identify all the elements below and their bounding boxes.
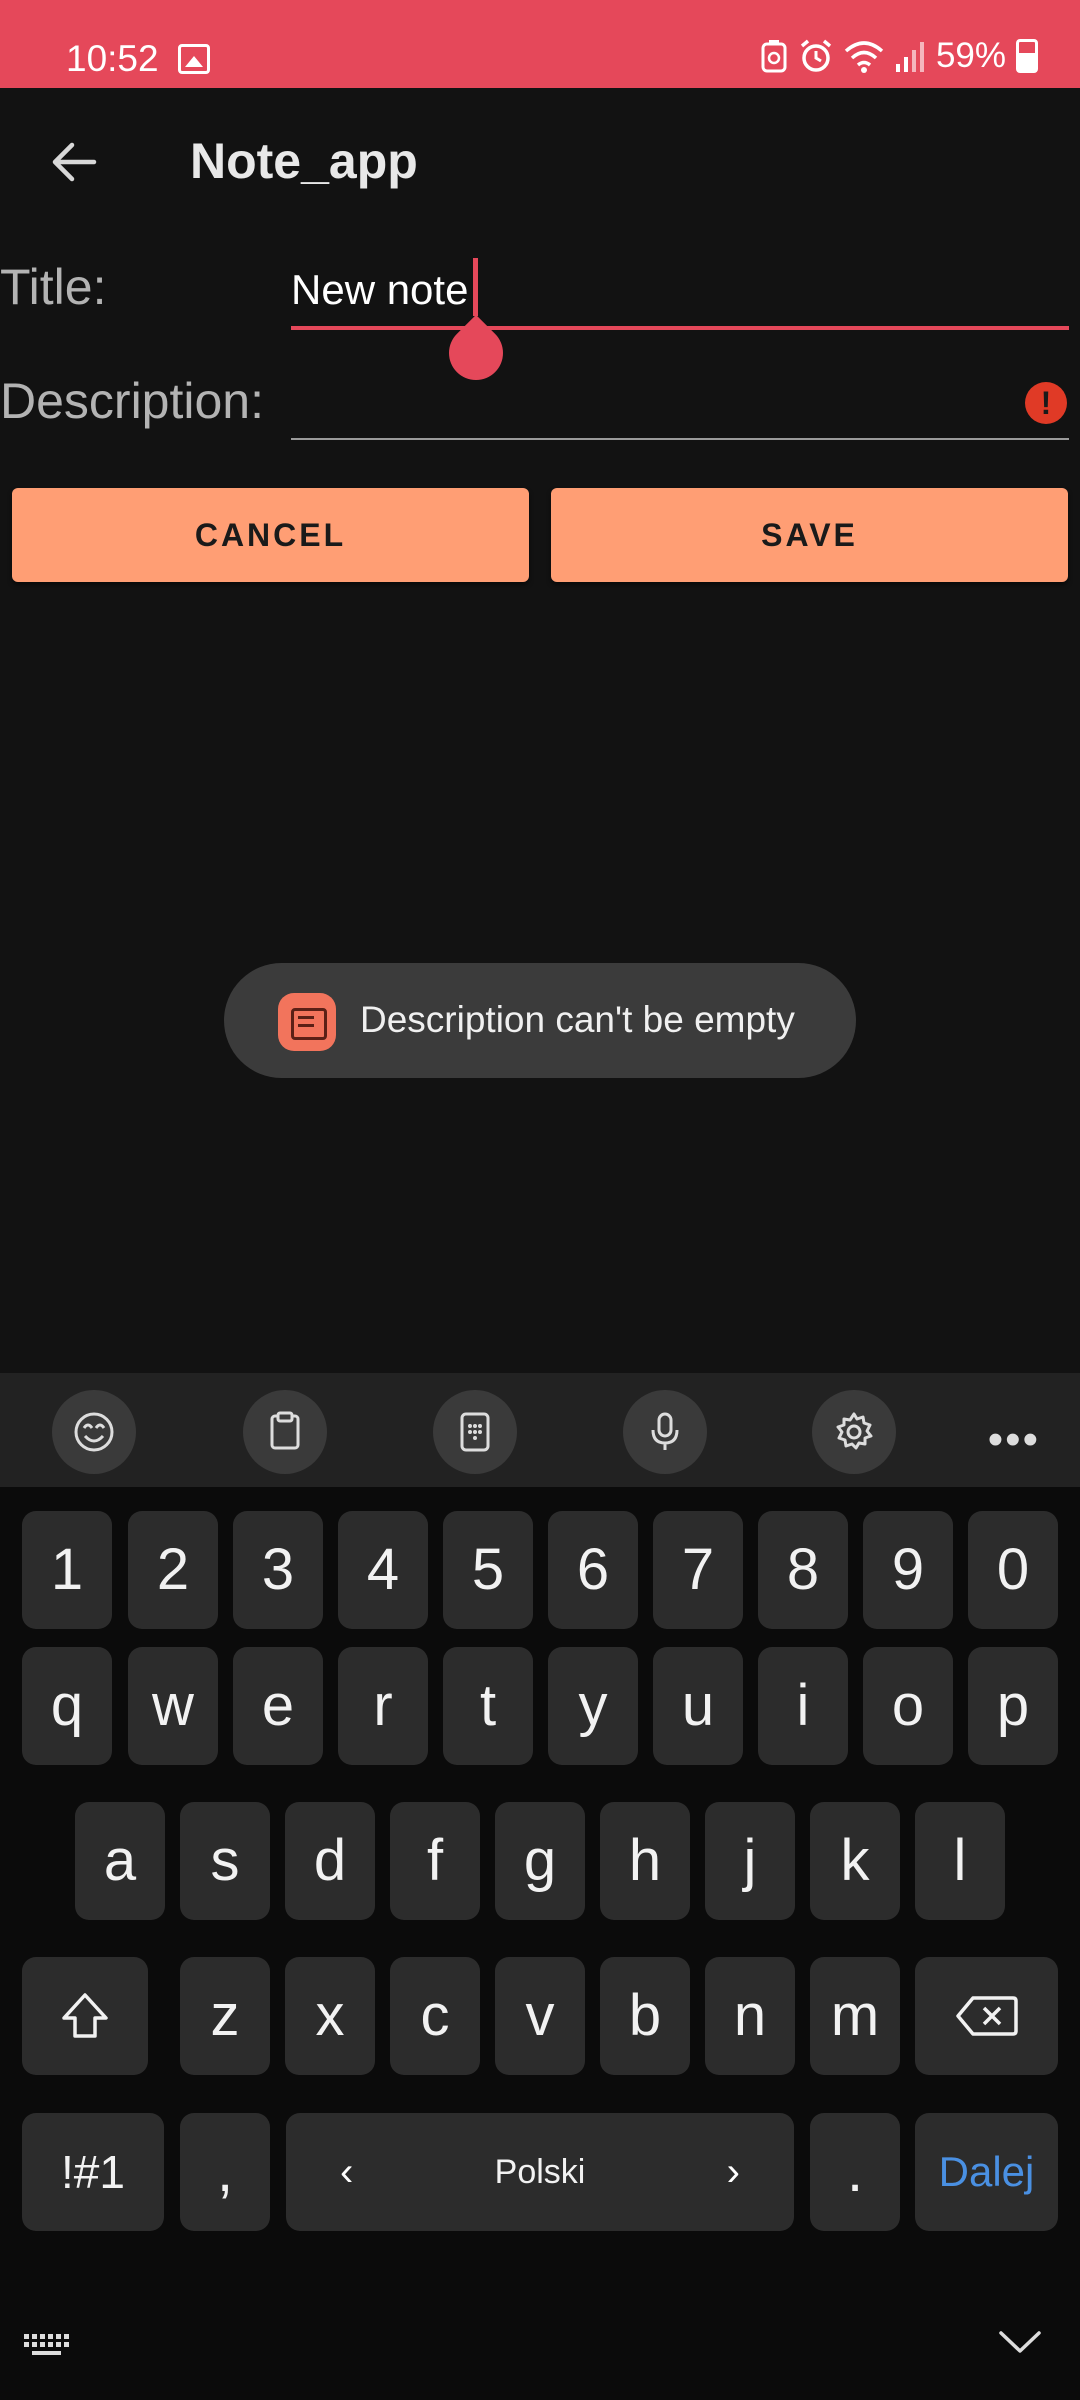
battery-percent: 59% bbox=[935, 36, 1006, 75]
title-input-value: New note bbox=[291, 266, 469, 313]
gear-icon bbox=[836, 1412, 873, 1450]
key-5[interactable]: 5 bbox=[443, 1511, 533, 1629]
key-x[interactable]: x bbox=[285, 1957, 375, 2075]
clipboard-icon bbox=[270, 1411, 300, 1450]
key-o[interactable]: o bbox=[863, 1647, 953, 1765]
period-key[interactable]: . bbox=[810, 2113, 900, 2231]
status-time: 10:52 bbox=[66, 38, 159, 79]
key-u[interactable]: u bbox=[653, 1647, 743, 1765]
signal-icon bbox=[895, 42, 924, 72]
key-i[interactable]: i bbox=[758, 1647, 848, 1765]
key-k[interactable]: k bbox=[810, 1802, 900, 1920]
keyboard-settings-button[interactable] bbox=[812, 1390, 896, 1474]
keypad-button[interactable] bbox=[433, 1390, 517, 1474]
keyboard-toolbar: ••• bbox=[0, 1373, 1080, 1487]
voice-input-button[interactable] bbox=[623, 1390, 707, 1474]
key-4[interactable]: 4 bbox=[338, 1511, 428, 1629]
key-3[interactable]: 3 bbox=[233, 1511, 323, 1629]
title-label: Title: bbox=[0, 259, 107, 315]
key-d[interactable]: d bbox=[285, 1802, 375, 1920]
backspace-icon bbox=[955, 1996, 1018, 2036]
key-p[interactable]: p bbox=[968, 1647, 1058, 1765]
battery-icon bbox=[1016, 39, 1038, 73]
title-underline bbox=[291, 326, 1069, 330]
description-label: Description: bbox=[0, 373, 264, 429]
emoji-button[interactable] bbox=[52, 1390, 136, 1474]
hide-keyboard-icon[interactable] bbox=[998, 2327, 1042, 2357]
key-1[interactable]: 1 bbox=[22, 1511, 112, 1629]
space-language-label: Polski bbox=[494, 2153, 586, 2191]
status-bar: 10:52 59% bbox=[0, 0, 1080, 88]
keyboard-switch-icon[interactable] bbox=[22, 2330, 72, 2360]
emoji-icon bbox=[74, 1412, 114, 1452]
key-t[interactable]: t bbox=[443, 1647, 533, 1765]
keyboard: ••• 1 2 3 4 5 6 7 8 9 0 q w e r t y u i … bbox=[0, 1373, 1080, 2400]
toast-text: Description can't be empty bbox=[360, 999, 795, 1040]
title-input[interactable]: New note bbox=[291, 258, 1069, 392]
key-l[interactable]: l bbox=[915, 1802, 1005, 1920]
error-icon: ! bbox=[1025, 382, 1067, 424]
cancel-button[interactable]: CANCEL bbox=[12, 488, 529, 582]
chevron-right-icon: › bbox=[726, 2150, 740, 2194]
space-key[interactable]: ‹ Polski › bbox=[286, 2113, 794, 2231]
key-6[interactable]: 6 bbox=[548, 1511, 638, 1629]
app-bar: Note_app bbox=[0, 88, 1080, 238]
shift-icon bbox=[62, 1993, 108, 2038]
shift-key[interactable] bbox=[22, 1957, 148, 2075]
save-button[interactable]: SAVE bbox=[551, 488, 1068, 582]
gallery-notification-icon bbox=[178, 44, 210, 74]
key-f[interactable]: f bbox=[390, 1802, 480, 1920]
key-z[interactable]: z bbox=[180, 1957, 270, 2075]
key-w[interactable]: w bbox=[128, 1647, 218, 1765]
key-b[interactable]: b bbox=[600, 1957, 690, 2075]
dalej-key[interactable]: Dalej bbox=[915, 2113, 1058, 2231]
key-j[interactable]: j bbox=[705, 1802, 795, 1920]
key-a[interactable]: a bbox=[75, 1802, 165, 1920]
key-g[interactable]: g bbox=[495, 1802, 585, 1920]
key-m[interactable]: m bbox=[810, 1957, 900, 2075]
alarm-icon bbox=[800, 39, 832, 72]
more-options-icon[interactable]: ••• bbox=[988, 1415, 1040, 1465]
key-q[interactable]: q bbox=[22, 1647, 112, 1765]
status-icons: 59% bbox=[760, 36, 1038, 76]
key-v[interactable]: v bbox=[495, 1957, 585, 2075]
microphone-icon bbox=[651, 1412, 679, 1450]
description-underline bbox=[291, 438, 1069, 440]
key-0[interactable]: 0 bbox=[968, 1511, 1058, 1629]
key-n[interactable]: n bbox=[705, 1957, 795, 2075]
key-c[interactable]: c bbox=[390, 1957, 480, 2075]
key-s[interactable]: s bbox=[180, 1802, 270, 1920]
clipboard-button[interactable] bbox=[243, 1390, 327, 1474]
comma-key[interactable]: , bbox=[180, 2113, 270, 2231]
key-2[interactable]: 2 bbox=[128, 1511, 218, 1629]
key-e[interactable]: e bbox=[233, 1647, 323, 1765]
app-icon bbox=[278, 993, 336, 1051]
chevron-left-icon: ‹ bbox=[340, 2150, 354, 2194]
key-r[interactable]: r bbox=[338, 1647, 428, 1765]
text-cursor bbox=[473, 258, 478, 316]
symbols-key[interactable]: !#1 bbox=[22, 2113, 164, 2231]
key-9[interactable]: 9 bbox=[863, 1511, 953, 1629]
key-8[interactable]: 8 bbox=[758, 1511, 848, 1629]
app-title: Note_app bbox=[190, 133, 418, 189]
key-y[interactable]: y bbox=[548, 1647, 638, 1765]
wifi-icon bbox=[844, 41, 884, 73]
key-7[interactable]: 7 bbox=[653, 1511, 743, 1629]
battery-saver-icon bbox=[761, 40, 787, 73]
backspace-key[interactable] bbox=[915, 1957, 1058, 2075]
back-arrow-icon[interactable] bbox=[48, 136, 100, 188]
keypad-icon bbox=[460, 1412, 490, 1452]
description-input[interactable]: ! bbox=[291, 372, 1069, 440]
toast-message: Description can't be empty bbox=[224, 963, 856, 1078]
key-h[interactable]: h bbox=[600, 1802, 690, 1920]
